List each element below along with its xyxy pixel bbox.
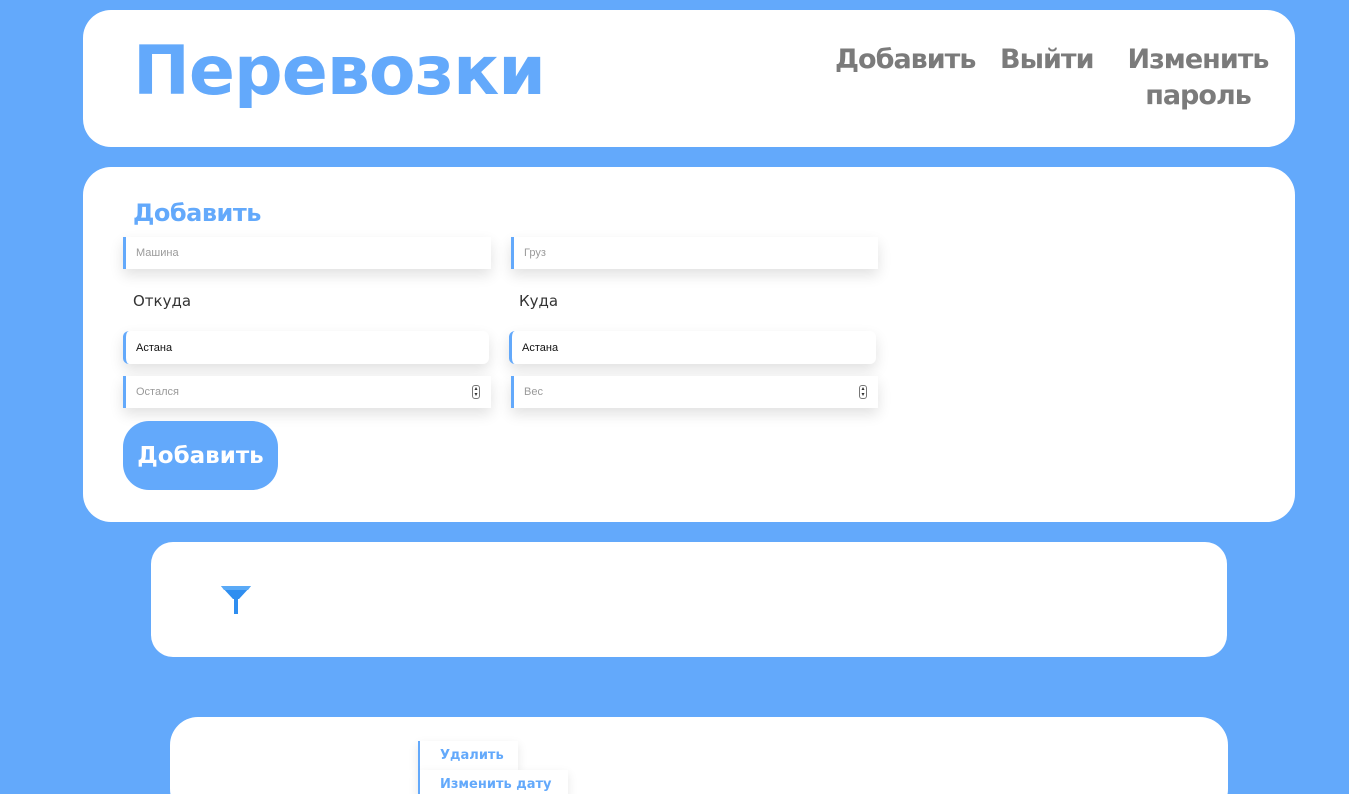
from-select[interactable]: Астана (123, 331, 489, 364)
car-input[interactable]: Машина (123, 237, 491, 269)
filter-panel (151, 542, 1227, 657)
number-spinner-icon[interactable]: ▴ ▾ (859, 385, 867, 399)
record-card: Удалить Изменить дату (170, 717, 1228, 794)
delete-menu-item[interactable]: Удалить (418, 741, 518, 770)
nav-add-link[interactable]: Добавить (835, 42, 976, 78)
remaining-input-placeholder: Остался (136, 386, 179, 398)
nav-logout-link[interactable]: Выйти (1000, 42, 1094, 78)
add-submit-button[interactable]: Добавить (123, 421, 278, 490)
add-transport-panel: Добавить Машина Груз Откуда Куда Астана … (83, 167, 1295, 522)
cargo-input[interactable]: Груз (511, 237, 878, 269)
weight-number-input[interactable]: Вес ▴ ▾ (511, 376, 878, 408)
car-input-placeholder: Машина (136, 247, 179, 259)
header-card: Перевозки Добавить Выйти Изменить пароль (83, 10, 1295, 147)
remaining-number-input[interactable]: Остался ▴ ▾ (123, 376, 491, 408)
change-date-menu-item[interactable]: Изменить дату (418, 770, 568, 794)
to-label: Куда (519, 292, 559, 310)
from-select-value: Астана (136, 341, 173, 354)
from-label: Откуда (133, 292, 192, 310)
filter-icon[interactable] (220, 584, 252, 616)
number-spinner-icon[interactable]: ▴ ▾ (472, 385, 480, 399)
weight-input-placeholder: Вес (524, 386, 543, 398)
add-section-title: Добавить (133, 199, 261, 227)
to-select[interactable]: Астана (509, 331, 876, 364)
nav-change-password-link[interactable]: Изменить пароль (1123, 42, 1273, 114)
cargo-input-placeholder: Груз (524, 247, 546, 259)
to-select-value: Астана (522, 341, 559, 354)
app-title: Перевозки (133, 32, 546, 111)
